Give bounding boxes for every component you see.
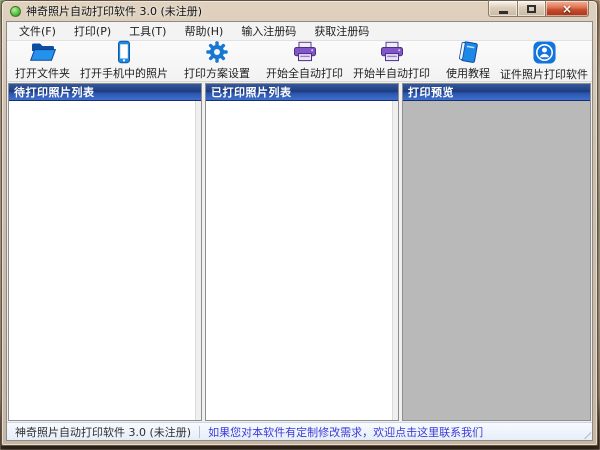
window-controls: ×	[488, 0, 589, 17]
maximize-button[interactable]	[517, 0, 546, 17]
menu-print[interactable]: 打印(P)	[65, 22, 120, 41]
contact-us-link[interactable]: 如果您对本软件有定制修改需求，欢迎点击这里联系我们	[200, 424, 491, 440]
menu-bar: 文件(F) 打印(P) 工具(T) 帮助(H) 输入注册码 获取注册码	[7, 22, 592, 41]
id-photo-software-button[interactable]: 证件照片打印软件	[495, 41, 593, 81]
tool-label: 开始半自动打印	[353, 65, 430, 81]
start-semi-auto-print-button[interactable]: 开始半自动打印	[348, 41, 435, 81]
gear-icon	[205, 40, 229, 64]
open-folder-button[interactable]: 打开文件夹	[10, 41, 75, 81]
pending-photos-panel-title: 待打印照片列表	[9, 84, 201, 101]
menu-file[interactable]: 文件(F)	[10, 22, 65, 41]
title-bar[interactable]: 神奇照片自动打印软件 3.0 (未注册) ×	[2, 1, 597, 21]
menu-get-regcode[interactable]: 获取注册码	[305, 22, 378, 41]
tool-label: 打印方案设置	[184, 65, 250, 81]
id-photo-icon	[532, 40, 557, 65]
menu-help[interactable]: 帮助(H)	[175, 22, 232, 41]
panels-container: 待打印照片列表 已打印照片列表 打印预览	[7, 82, 592, 422]
vertical-scrollbar[interactable]	[392, 101, 398, 420]
status-bar: 神奇照片自动打印软件 3.0 (未注册) 如果您对本软件有定制修改需求，欢迎点击…	[7, 422, 592, 440]
open-phone-photos-button[interactable]: 打开手机中的照片	[75, 41, 173, 81]
status-app-info: 神奇照片自动打印软件 3.0 (未注册)	[7, 424, 199, 440]
maximize-icon	[527, 5, 536, 13]
minimize-button[interactable]	[488, 0, 517, 17]
phone-icon	[112, 40, 136, 64]
client-area: 文件(F) 打印(P) 工具(T) 帮助(H) 输入注册码 获取注册码 打开文件…	[6, 21, 593, 441]
printer-icon	[379, 40, 405, 64]
vertical-scrollbar[interactable]	[195, 101, 201, 420]
tool-label: 开始全自动打印	[266, 65, 343, 81]
tool-label: 打开手机中的照片	[80, 65, 168, 81]
open-folder-icon	[29, 40, 57, 64]
print-preview-panel: 打印预览	[402, 83, 591, 421]
pending-photos-list[interactable]	[9, 101, 201, 420]
tool-label: 证件照片打印软件	[500, 66, 588, 82]
menu-enter-regcode[interactable]: 输入注册码	[232, 22, 305, 41]
book-icon	[456, 40, 480, 64]
print-preview-panel-title: 打印预览	[403, 84, 590, 101]
start-full-auto-print-button[interactable]: 开始全自动打印	[261, 41, 348, 81]
minimize-icon	[499, 11, 508, 14]
tool-label: 使用教程	[446, 65, 490, 81]
printer-icon	[292, 40, 318, 64]
window-title: 神奇照片自动打印软件 3.0 (未注册)	[26, 3, 202, 19]
resize-grip[interactable]	[579, 427, 591, 439]
app-logo-icon	[10, 6, 21, 17]
close-button[interactable]: ×	[546, 0, 589, 17]
tutorial-button[interactable]: 使用教程	[441, 41, 495, 81]
printed-photos-panel: 已打印照片列表	[205, 83, 399, 421]
printed-photos-list[interactable]	[206, 101, 398, 420]
print-preview-area	[403, 101, 590, 420]
menu-tools[interactable]: 工具(T)	[120, 22, 175, 41]
close-icon: ×	[562, 3, 572, 15]
tool-label: 打开文件夹	[15, 65, 70, 81]
print-settings-button[interactable]: 打印方案设置	[179, 41, 255, 81]
printed-photos-panel-title: 已打印照片列表	[206, 84, 398, 101]
pending-photos-panel: 待打印照片列表	[8, 83, 202, 421]
app-window: 神奇照片自动打印软件 3.0 (未注册) × 文件(F) 打印(P) 工具(T)…	[1, 0, 598, 446]
toolbar: 打开文件夹 打开手机中的照片	[7, 41, 592, 82]
